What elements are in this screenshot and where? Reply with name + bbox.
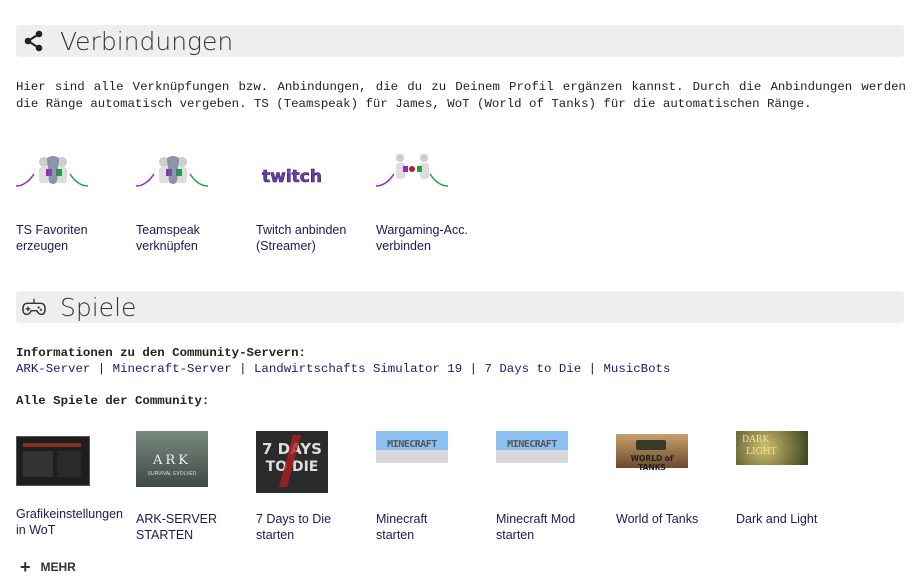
dark-light-logo-sub: LIGHT xyxy=(746,447,777,457)
game-label: 7 Days to Die xyxy=(256,512,332,526)
games-title: Spiele xyxy=(60,292,137,322)
connection-label: TS Favoriten xyxy=(16,223,88,237)
server-link-minecraft[interactable]: Minecraft-Server xyxy=(113,362,232,376)
connection-label-2: verknüpfen xyxy=(136,239,198,253)
wot-thumb: WORLD of TANKS xyxy=(616,434,688,472)
connection-label-2: (Streamer) xyxy=(256,239,316,253)
server-link-ls19[interactable]: Landwirtschafts Simulator 19 xyxy=(254,362,462,376)
game-label: Grafikeinstellungen xyxy=(16,507,124,521)
ark-logo-sub: SURVIVAL EVOLVED xyxy=(147,471,197,477)
more-label: MEHR xyxy=(40,560,76,574)
game-wot-settings[interactable]: Grafikeinstellungen in WoT xyxy=(16,436,134,538)
plus-icon: + xyxy=(20,557,31,577)
connection-label-2: verbinden xyxy=(376,239,431,253)
server-link-musicbots[interactable]: MusicBots xyxy=(603,362,670,376)
separator: | xyxy=(97,362,106,376)
separator: | xyxy=(239,362,247,376)
connections-description: Hier sind alle Verknüpfungen bzw. Anbind… xyxy=(16,80,906,111)
server-link-7dtd[interactable]: 7 Days to Die xyxy=(484,362,581,376)
game-label: Minecraft xyxy=(376,512,428,526)
game-label: Dark and Light xyxy=(736,512,818,526)
dark-light-logo-text: DARK xyxy=(742,435,770,445)
7dtd-thumb: 7 DAYS TO DIE xyxy=(256,431,328,493)
servers-heading: Informationen zu den Community-Servern: xyxy=(16,346,306,360)
connections-header: Verbindungen xyxy=(16,25,904,57)
game-label-2: in WoT xyxy=(16,523,56,537)
more-button[interactable]: + MEHR xyxy=(20,557,76,577)
twitch-logo-text: twitch xyxy=(262,167,322,187)
ts-connect-icon xyxy=(15,152,89,204)
game-label: ARK-SERVER xyxy=(136,512,218,526)
share-icon xyxy=(22,29,46,53)
connection-label: Wargaming-Acc. xyxy=(376,223,468,237)
game-label-2: STARTEN xyxy=(136,528,194,542)
all-games-heading: Alle Spiele der Community: xyxy=(16,394,210,408)
separator: | xyxy=(588,362,597,376)
game-ark[interactable]: ARK SURVIVAL EVOLVED ARK-SERVER STARTEN xyxy=(136,431,254,543)
connection-label-2: erzeugen xyxy=(16,239,69,253)
wargaming-connect-icon xyxy=(375,152,449,204)
connection-twitch[interactable]: twitch Twitch anbinden (Streamer) xyxy=(256,152,374,254)
twitch-logo: twitch xyxy=(256,152,328,204)
ark-logo-text: ARK xyxy=(153,453,191,468)
game-minecraft-mod[interactable]: MINECRAFT Minecraft Mod starten xyxy=(496,431,614,543)
game-7dtd[interactable]: 7 DAYS TO DIE 7 Days to Die starten xyxy=(256,431,374,543)
game-label-2: starten xyxy=(376,528,415,542)
game-minecraft[interactable]: MINECRAFT Minecraft starten xyxy=(376,431,494,543)
connection-label: Teamspeak xyxy=(136,223,200,237)
server-links: ARK-Server | Minecraft-Server | Landwirt… xyxy=(16,362,670,376)
game-label-2: starten xyxy=(256,528,295,542)
game-dark-and-light[interactable]: DARK LIGHT Dark and Light xyxy=(736,431,854,527)
gamepad-icon xyxy=(22,295,46,319)
game-label: Minecraft Mod xyxy=(496,512,576,526)
connection-wargaming[interactable]: Wargaming-Acc. verbinden xyxy=(375,152,494,254)
connections-title: Verbindungen xyxy=(60,26,234,56)
dark-light-thumb: DARK LIGHT xyxy=(736,431,808,465)
server-link-ark[interactable]: ARK-Server xyxy=(16,362,90,376)
separator: | xyxy=(469,362,478,376)
minecraft-thumb: MINECRAFT xyxy=(376,431,448,463)
connection-label: Twitch anbinden xyxy=(256,223,347,237)
connection-ts-favorites[interactable]: TS Favoriten erzeugen xyxy=(15,152,134,254)
minecraft-thumb: MINECRAFT xyxy=(496,431,568,463)
ts-connect-icon xyxy=(135,152,209,204)
games-header: Spiele xyxy=(16,291,904,323)
ark-thumb: ARK SURVIVAL EVOLVED xyxy=(136,431,208,487)
minecraft-logo-text: MINECRAFT xyxy=(387,439,437,450)
wot-settings-thumb xyxy=(16,436,90,486)
game-label: World of Tanks xyxy=(616,512,699,526)
connection-teamspeak[interactable]: Teamspeak verknüpfen xyxy=(135,152,254,254)
minecraft-logo-text: MINECRAFT xyxy=(507,439,557,450)
game-wot[interactable]: WORLD of TANKS World of Tanks xyxy=(616,434,734,527)
wot-logo-text: WORLD of TANKS xyxy=(630,454,674,472)
game-label-2: starten xyxy=(496,528,535,542)
